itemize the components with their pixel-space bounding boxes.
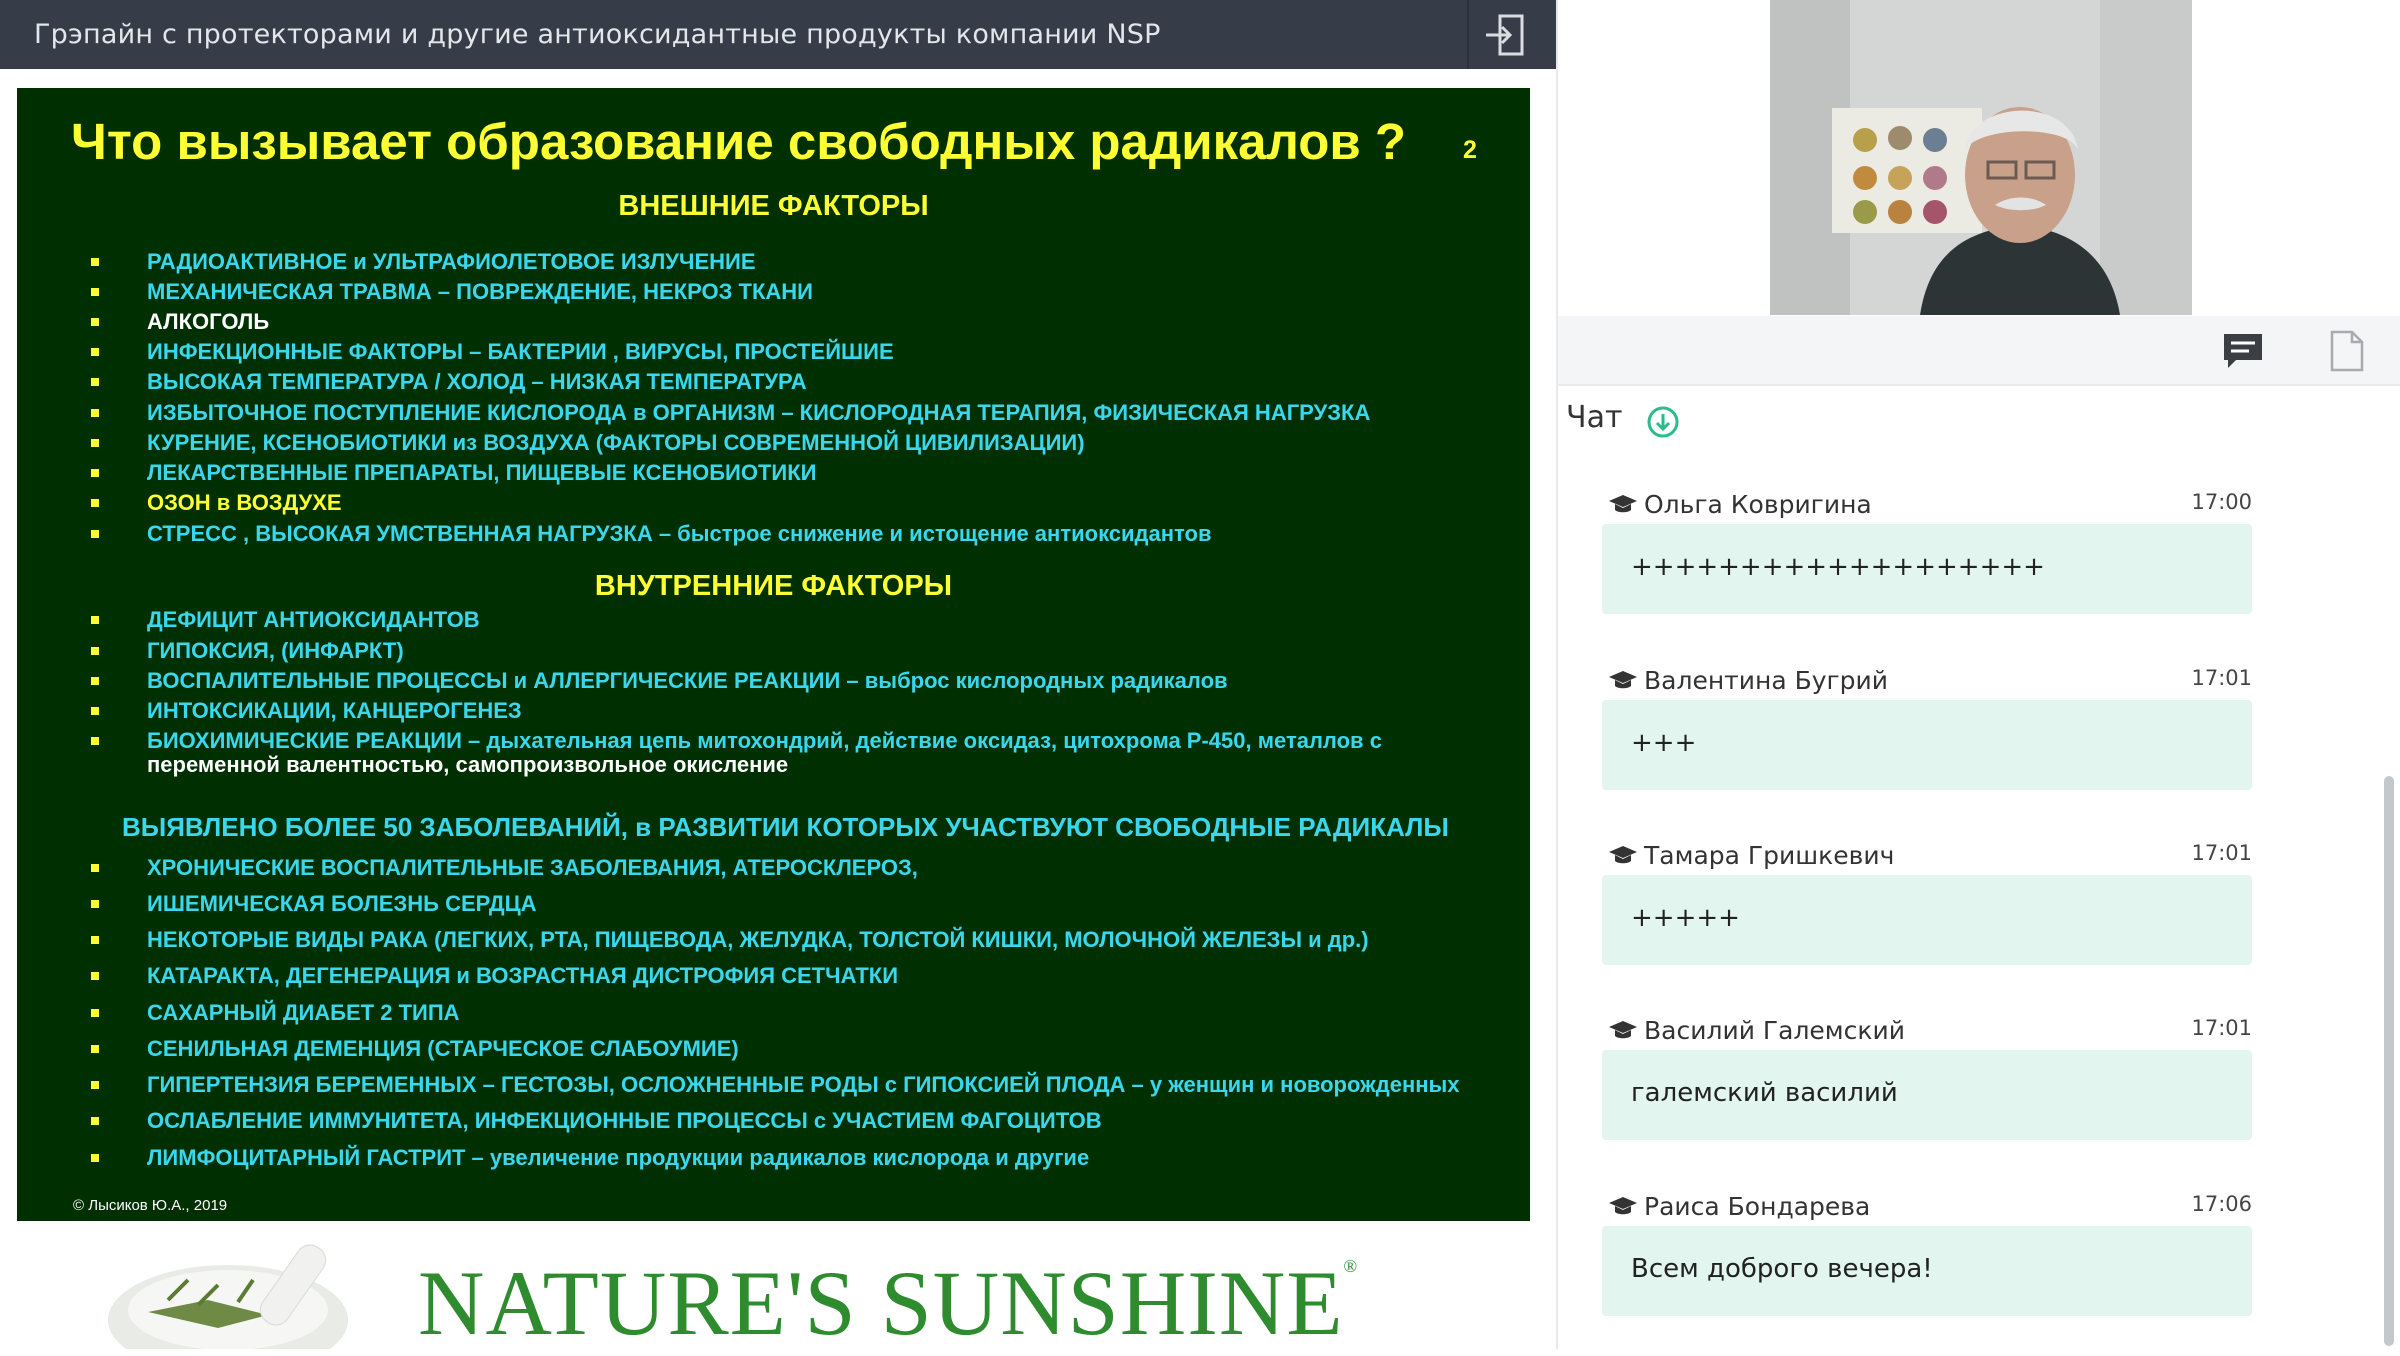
graduation-cap-icon [1609, 671, 1637, 689]
chat-message-bubble: Всем доброго вечера! [1602, 1226, 2252, 1316]
list-item-text: ЛЕКАРСТВЕННЫЕ ПРЕПАРАТЫ, ПИЩЕВЫЕ КСЕНОБИ… [147, 460, 817, 485]
chat-author: Василий Галемский [1644, 1016, 1906, 1045]
chat-author: Ольга Ковригина [1644, 490, 1872, 519]
list-item-text: ИНФЕКЦИОННЫЕ ФАКТОРЫ – БАКТЕРИИ , ВИРУСЫ… [147, 339, 894, 364]
chat-message-text: +++ [1631, 728, 1697, 758]
chat-message-text: +++++ [1631, 903, 1740, 933]
list-item-text: КАТАРАКТА, ДЕГЕНЕРАЦИЯ и ВОЗРАСТНАЯ ДИСТ… [147, 963, 899, 988]
chat-message-bubble: +++++ [1602, 875, 2252, 965]
presenter-video[interactable] [1770, 0, 2192, 315]
graduation-cap-icon [1609, 846, 1637, 864]
file-icon[interactable] [2330, 330, 2364, 372]
chat-time: 17:00 [2191, 490, 2252, 514]
list-item-text: ОЗОН в ВОЗДУХЕ [147, 490, 342, 515]
list-item-text: САХАРНЫЙ ДИАБЕТ 2 ТИПА [147, 1000, 460, 1025]
list-item-text: ИЗБЫТОЧНОЕ ПОСТУПЛЕНИЕ КИСЛОРОДА в ОРГАН… [147, 400, 1371, 425]
chat-author: Раиса Бондарева [1644, 1192, 1871, 1221]
chat-time: 17:01 [2191, 841, 2252, 865]
chat-icon[interactable] [2222, 332, 2264, 370]
chat-message-bubble: +++++++++++++++++++ [1602, 524, 2252, 614]
presentation-slide: Что вызывает образование свободных радик… [17, 88, 1530, 1221]
list-item-text: ЛИМФОЦИТАРНЫЙ ГАСТРИТ – увеличение проду… [147, 1145, 1090, 1170]
chat-time: 17:06 [2191, 1192, 2252, 1216]
list-item-text: ИНТОКСИКАЦИИ, КАНЦЕРОГЕНЕЗ [147, 698, 522, 723]
list-item-text: ВОСПАЛИТЕЛЬНЫЕ ПРОЦЕССЫ и АЛЛЕРГИЧЕСКИЕ … [147, 668, 1228, 693]
chat-message-text: +++++++++++++++++++ [1631, 552, 2045, 582]
chat-message-header: Ольга Ковригина 17:00 [1608, 490, 2252, 519]
list-item-text: переменной валентностью, самопроизвольно… [147, 752, 789, 777]
list-item-text: ДЕФИЦИТ АНТИОКСИДАНТОВ [147, 607, 480, 632]
logo-text: NATURE'S SUNSHINE [418, 1252, 1344, 1354]
graduation-cap-icon [1609, 1197, 1637, 1215]
chat-message-header: Тамара Гришкевич 17:01 [1608, 841, 2252, 870]
list-item-text: АЛКОГОЛЬ [147, 309, 270, 334]
external-factors-heading: ВНЕШНИЕ ФАКТОРЫ [618, 190, 929, 222]
chat-scrollbar[interactable] [2384, 776, 2394, 1346]
list-item-text: ОСЛАБЛЕНИЕ ИММУНИТЕТА, ИНФЕКЦИОННЫЕ ПРОЦ… [147, 1108, 1102, 1133]
panel-toolbar [1558, 316, 2400, 386]
chat-message-header: Валентина Бугрий 17:01 [1608, 666, 2252, 695]
chat-time: 17:01 [2191, 666, 2252, 690]
list-item-text: СЕНИЛЬНАЯ ДЕМЕНЦИЯ (СТАРЧЕСКОЕ СЛАБОУМИЕ… [147, 1036, 739, 1061]
list-item-text: ХРОНИЧЕСКИЕ ВОСПАЛИТЕЛЬНЫЕ ЗАБОЛЕВАНИЯ, … [147, 855, 918, 880]
graduation-cap-icon [1609, 1021, 1637, 1039]
header-separator [1467, 0, 1469, 69]
scroll-down-icon[interactable] [1646, 405, 1680, 439]
presentation-title: Грэпайн с протекторами и другие антиокси… [34, 19, 1161, 50]
chat-message-header: Раиса Бондарева 17:06 [1608, 1192, 2252, 1221]
chat-message-bubble: +++ [1602, 700, 2252, 790]
mortar-pestle-image [88, 1240, 388, 1356]
natures-sunshine-logo: NATURE'S SUNSHINE® [418, 1250, 1358, 1356]
slide-page-number: 2 [1463, 136, 1477, 164]
chat-message-text: Всем доброго вечера! [1631, 1254, 1933, 1284]
list-item-text: ГИПОКСИЯ, (ИНФАРКТ) [147, 638, 404, 663]
chat-author: Тамара Гришкевич [1644, 841, 1895, 870]
list-item-text: МЕХАНИЧЕСКАЯ ТРАВМА – ПОВРЕЖДЕНИЕ, НЕКРО… [147, 279, 813, 304]
list-item-text: ИШЕМИЧЕСКАЯ БОЛЕЗНЬ СЕРДЦА [147, 891, 537, 916]
slide-copyright: © Лысиков Ю.А., 2019 [73, 1197, 228, 1214]
presentation-header: Грэпайн с протекторами и другие антиокси… [0, 0, 1556, 69]
chat-message-text: галемский василий [1631, 1078, 1898, 1108]
list-item-text: ВЫСОКАЯ ТЕМПЕРАТУРА / ХОЛОД – НИЗКАЯ ТЕМ… [147, 369, 807, 394]
diseases-heading-text: ВЫЯВЛЕНО БОЛЕЕ 50 ЗАБОЛЕВАНИЙ, в РАЗВИТИ… [122, 812, 1449, 842]
chat-message-header: Василий Галемский 17:01 [1608, 1016, 2252, 1045]
list-item-text: СТРЕСС , ВЫСОКАЯ УМСТВЕННАЯ НАГРУЗКА – б… [147, 521, 1212, 546]
list-item-text: РАДИОАКТИВНОЕ и УЛЬТРАФИОЛЕТОВОЕ ИЗЛУЧЕН… [147, 249, 756, 274]
list-item-text: БИОХИМИЧЕСКИЕ РЕАКЦИИ – дыхательная цепь… [147, 728, 1382, 753]
list-item-text: НЕКОТОРЫЕ ВИДЫ РАКА (ЛЕГКИХ, РТА, ПИЩЕВО… [147, 927, 1369, 952]
exit-icon[interactable] [1480, 10, 1530, 60]
diseases-heading: ВЫЯВЛЕНО БОЛЕЕ 50 ЗАБОЛЕВАНИЙ, в РАЗВИТИ… [122, 812, 1449, 843]
graduation-cap-icon [1609, 495, 1637, 513]
logo-registered-mark: ® [1343, 1256, 1359, 1276]
chat-author: Валентина Бугрий [1644, 666, 1889, 695]
list-item-text: ГИПЕРТЕНЗИЯ БЕРЕМЕННЫХ – ГЕСТОЗЫ, ОСЛОЖН… [147, 1072, 1460, 1097]
internal-factors-heading: ВНУТРЕННИЕ ФАКТОРЫ [594, 570, 953, 602]
chat-title: Чат [1566, 400, 1623, 435]
slide-title: Что вызывает образование свободных радик… [71, 113, 1407, 170]
chat-time: 17:01 [2191, 1016, 2252, 1040]
panel-divider [1556, 0, 1558, 1349]
list-item-text: КУРЕНИЕ, КСЕНОБИОТИКИ из ВОЗДУХА (ФАКТОР… [147, 430, 1085, 455]
chat-message-bubble: галемский василий [1602, 1050, 2252, 1140]
